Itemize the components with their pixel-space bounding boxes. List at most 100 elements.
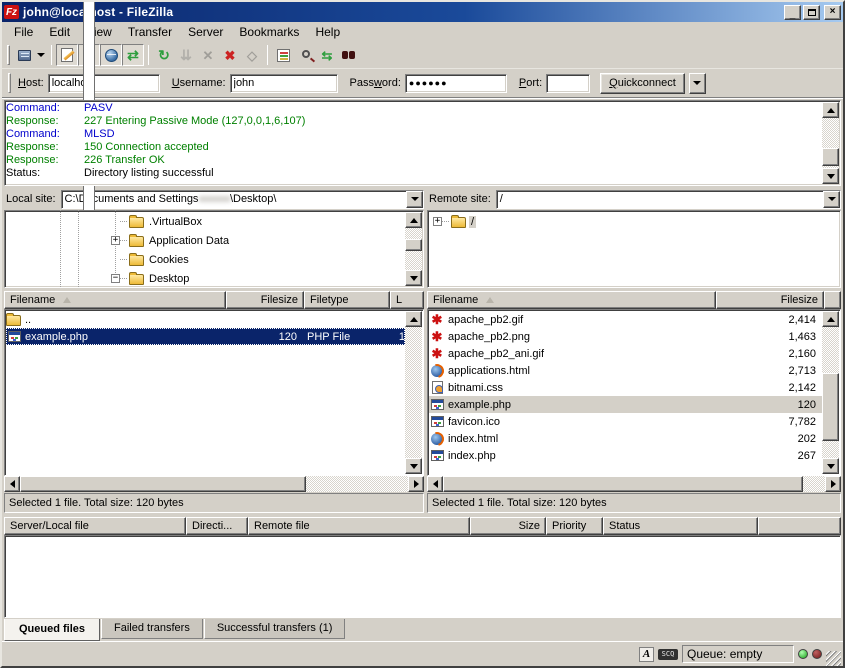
- tree-item[interactable]: .VirtualBox: [6, 212, 405, 231]
- toggle-queue-button[interactable]: ⇄: [122, 44, 144, 66]
- scroll-up-button[interactable]: [405, 311, 422, 327]
- synchronized-browsing-button[interactable]: ⇆: [316, 44, 338, 66]
- column-header-status[interactable]: Status: [603, 517, 758, 535]
- password-input[interactable]: [405, 74, 507, 93]
- reconnect-button[interactable]: ◇: [241, 44, 263, 66]
- tree-item[interactable]: +/: [429, 212, 822, 231]
- column-header-direction[interactable]: Directi...: [186, 517, 248, 535]
- scroll-down-button[interactable]: [822, 168, 839, 184]
- file-row[interactable]: index.php267: [429, 447, 822, 464]
- scroll-thumb[interactable]: [822, 373, 839, 441]
- collapse-icon[interactable]: −: [111, 274, 120, 283]
- local-tree: .VirtualBox +Application Data Cookies −D…: [4, 210, 424, 288]
- maximize-button[interactable]: [803, 5, 820, 20]
- quickconnect-dropdown[interactable]: [689, 73, 706, 94]
- toggle-remote-tree-button[interactable]: [100, 44, 122, 66]
- column-header-priority[interactable]: Priority: [546, 517, 603, 535]
- local-list-horizontal-scrollbar[interactable]: [4, 476, 424, 492]
- site-manager-dropdown[interactable]: [35, 44, 47, 66]
- scroll-up-button[interactable]: [822, 102, 839, 118]
- scroll-left-button[interactable]: [427, 476, 443, 492]
- tree-item[interactable]: +Application Data: [6, 231, 405, 250]
- menu-help[interactable]: Help: [307, 23, 348, 41]
- column-header-remote-file[interactable]: Remote file: [248, 517, 470, 535]
- column-header-filesize[interactable]: Filesize: [716, 291, 824, 309]
- file-row-selected[interactable]: example.php 120 PHP File 1: [6, 328, 405, 345]
- transfer-type-ascii-icon[interactable]: A: [639, 647, 654, 662]
- remote-site-combo-button[interactable]: [823, 191, 840, 208]
- resize-grip[interactable]: [826, 651, 841, 666]
- scroll-left-button[interactable]: [4, 476, 20, 492]
- expand-icon[interactable]: +: [111, 236, 120, 245]
- file-row[interactable]: ✱apache_pb2.gif2,414: [429, 311, 822, 328]
- host-input[interactable]: [48, 74, 160, 93]
- scroll-thumb[interactable]: [405, 239, 422, 251]
- scroll-down-button[interactable]: [822, 458, 839, 474]
- local-site-combo-button[interactable]: [406, 191, 423, 208]
- column-header-filetype[interactable]: Filetype: [304, 291, 390, 309]
- column-header-filename[interactable]: Filename: [4, 291, 226, 309]
- local-tree-vertical-scrollbar[interactable]: [405, 212, 422, 286]
- open-folder-icon: [451, 217, 466, 228]
- remote-list-horizontal-scrollbar[interactable]: [427, 476, 841, 492]
- column-header-filesize[interactable]: Filesize: [226, 291, 304, 309]
- file-row[interactable]: bitnami.css2,142: [429, 379, 822, 396]
- remote-site-combo[interactable]: /: [496, 190, 841, 209]
- scroll-right-button[interactable]: [825, 476, 841, 492]
- tree-item[interactable]: −Desktop: [6, 269, 405, 286]
- refresh-button[interactable]: ↻: [153, 44, 175, 66]
- column-header-size[interactable]: Size: [470, 517, 546, 535]
- tab-successful-transfers[interactable]: Successful transfers (1): [204, 619, 346, 639]
- disconnect-button[interactable]: ✖: [219, 44, 241, 66]
- quickconnect-button[interactable]: Quickconnect: [600, 73, 685, 94]
- quickbar-grip[interactable]: [8, 73, 11, 93]
- file-row[interactable]: ✱apache_pb2_ani.gif2,160: [429, 345, 822, 362]
- menu-server[interactable]: Server: [180, 23, 231, 41]
- scroll-thumb[interactable]: [822, 148, 839, 166]
- speed-limit-icon[interactable]: SCQ: [658, 649, 678, 660]
- expand-icon[interactable]: +: [433, 217, 442, 226]
- column-header-filename[interactable]: Filename: [427, 291, 716, 309]
- remote-list-vertical-scrollbar[interactable]: [822, 311, 839, 474]
- username-input[interactable]: [230, 74, 338, 93]
- toggle-local-tree-button[interactable]: [78, 44, 100, 66]
- menu-bookmarks[interactable]: Bookmarks: [231, 23, 307, 41]
- column-header-lastmodified[interactable]: L: [390, 291, 424, 309]
- file-row[interactable]: ✱apache_pb2.png1,463: [429, 328, 822, 345]
- scroll-down-button[interactable]: [405, 458, 422, 474]
- scroll-up-button[interactable]: [822, 311, 839, 327]
- tree-item[interactable]: Cookies: [6, 250, 405, 269]
- scroll-thumb[interactable]: [20, 476, 306, 492]
- file-row[interactable]: favicon.ico7,782: [429, 413, 822, 430]
- log-line: Response:226 Transfer OK: [6, 154, 822, 167]
- close-button[interactable]: ×: [824, 5, 841, 20]
- filter-button[interactable]: [272, 44, 294, 66]
- directory-comparison-button[interactable]: [294, 44, 316, 66]
- local-list-vertical-scrollbar[interactable]: [405, 311, 422, 474]
- log-vertical-scrollbar[interactable]: [822, 102, 839, 184]
- toolbar-grip[interactable]: [7, 45, 10, 65]
- queue-list[interactable]: [4, 535, 841, 618]
- menu-edit[interactable]: Edit: [41, 23, 78, 41]
- file-row-parent-dir[interactable]: ..: [6, 311, 405, 328]
- find-files-button[interactable]: [338, 44, 360, 66]
- tab-failed-transfers[interactable]: Failed transfers: [101, 619, 203, 639]
- scroll-down-button[interactable]: [405, 270, 422, 286]
- toggle-message-log-button[interactable]: [56, 44, 78, 66]
- file-row[interactable]: applications.html2,713: [429, 362, 822, 379]
- menu-file[interactable]: File: [6, 23, 41, 41]
- site-manager-button[interactable]: [13, 44, 35, 66]
- tab-queued-files[interactable]: Queued files: [4, 619, 100, 641]
- scroll-thumb[interactable]: [443, 476, 803, 492]
- minimize-button[interactable]: _: [784, 5, 801, 20]
- port-input[interactable]: [546, 74, 590, 93]
- column-header-server-local-file[interactable]: Server/Local file: [4, 517, 186, 535]
- cancel-button[interactable]: ✕: [197, 44, 219, 66]
- file-row-selected[interactable]: example.php120: [429, 396, 822, 413]
- scroll-right-button[interactable]: [408, 476, 424, 492]
- local-site-combo[interactable]: C:\Documents and Settingsxxxxxxx\Desktop…: [61, 190, 424, 209]
- menu-transfer[interactable]: Transfer: [120, 23, 180, 41]
- file-row[interactable]: index.html202: [429, 430, 822, 447]
- scroll-up-button[interactable]: [405, 212, 422, 228]
- process-queue-button[interactable]: ⇊: [175, 44, 197, 66]
